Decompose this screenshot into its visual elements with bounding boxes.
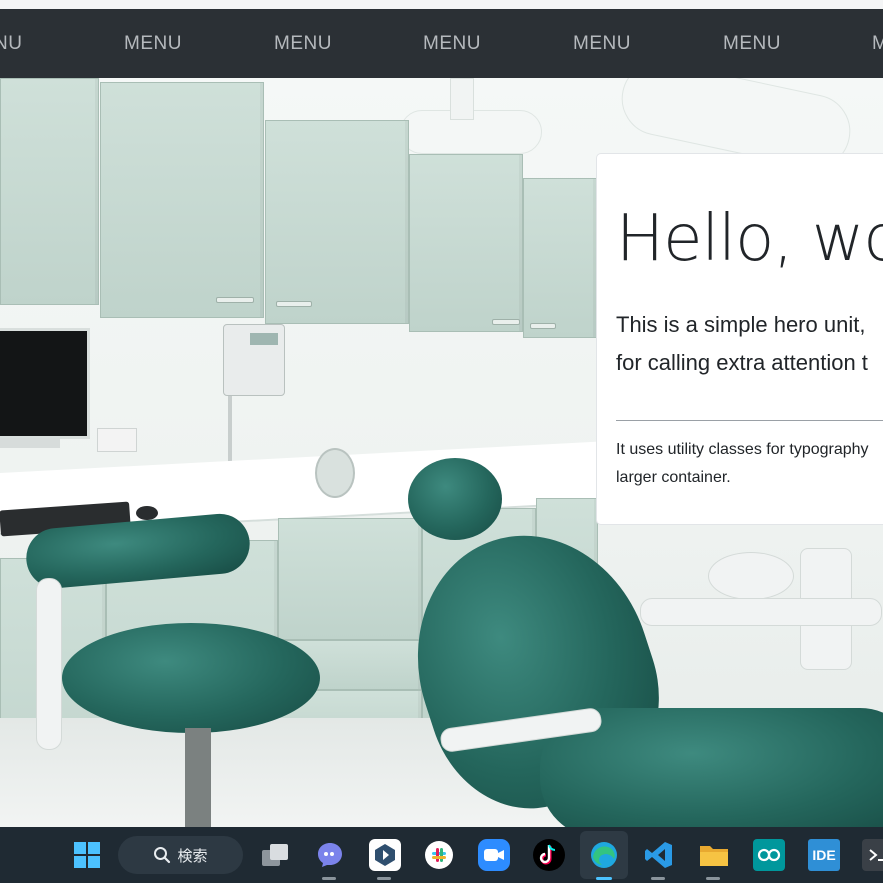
stool-post xyxy=(185,728,211,827)
teams-chat-icon[interactable] xyxy=(314,839,346,871)
upper-cabinet xyxy=(100,82,264,318)
running-indicator xyxy=(651,877,665,880)
nav-item-menu-2[interactable]: MENU xyxy=(274,9,332,78)
cabinet-handle xyxy=(216,297,254,303)
hero-divider xyxy=(616,420,883,421)
nav-item-menu-5[interactable]: MENU xyxy=(723,9,781,78)
file-explorer-icon[interactable] xyxy=(698,839,730,871)
chair-headrest xyxy=(408,458,502,540)
active-indicator xyxy=(596,877,612,880)
wall-phone xyxy=(223,324,285,396)
windows-start-icon[interactable] xyxy=(71,839,103,871)
mouse xyxy=(136,506,158,520)
running-indicator xyxy=(377,877,391,880)
hero-lead-line-1: This is a simple hero unit, xyxy=(616,312,866,337)
stool-arm xyxy=(36,578,62,750)
light-stem xyxy=(450,78,474,120)
hero-body-line-2: larger container. xyxy=(616,469,731,486)
upper-cabinet xyxy=(0,78,99,305)
terminal-icon[interactable] xyxy=(862,839,883,871)
taskbar-search-box[interactable]: 検索 xyxy=(118,836,243,874)
wall-outlet xyxy=(97,428,137,452)
instrument-arm xyxy=(640,598,882,626)
edge-icon[interactable] xyxy=(588,839,620,871)
monitor-stand xyxy=(0,438,60,448)
hand-mirror xyxy=(315,448,355,498)
nav-item-menu-partial-left[interactable]: NU xyxy=(0,9,22,78)
phone-cord xyxy=(228,396,232,466)
tiktok-icon[interactable] xyxy=(533,839,565,871)
running-indicator xyxy=(706,877,720,880)
upper-cabinet xyxy=(265,120,409,324)
stool-seat xyxy=(62,623,320,733)
hero-body-text: It uses utility classes for typography l… xyxy=(616,436,883,492)
search-icon xyxy=(154,847,171,864)
lower-drawer xyxy=(278,518,422,640)
nav-item-menu-1[interactable]: MENU xyxy=(124,9,182,78)
arduino-icon[interactable] xyxy=(753,839,785,871)
hero-body-line-1: It uses utility classes for typography xyxy=(616,441,869,458)
window-top-strip xyxy=(0,0,883,9)
task-view-icon[interactable] xyxy=(259,839,291,871)
hero-card: Hello, wo This is a simple hero unit, fo… xyxy=(596,153,883,525)
cabinet-handle xyxy=(530,323,556,329)
windows-taskbar: 検索 IDE xyxy=(0,827,883,883)
slack-icon[interactable] xyxy=(423,839,455,871)
app-launcher-icon[interactable] xyxy=(369,839,401,871)
upper-cabinet xyxy=(409,154,523,332)
zoom-icon[interactable] xyxy=(478,839,510,871)
search-label: 検索 xyxy=(177,847,208,865)
upper-cabinet xyxy=(523,178,597,338)
hero-title: Hello, wo xyxy=(616,202,883,276)
vscode-icon[interactable] xyxy=(643,839,675,871)
nav-item-menu-partial-right[interactable]: M xyxy=(872,9,883,78)
nav-item-menu-4[interactable]: MENU xyxy=(573,9,631,78)
running-indicator xyxy=(322,877,336,880)
nav-item-menu-3[interactable]: MENU xyxy=(423,9,481,78)
hero-lead-line-2: for calling extra attention t xyxy=(616,350,868,375)
computer-monitor xyxy=(0,328,90,439)
cabinet-handle xyxy=(276,301,312,307)
ide-icon[interactable]: IDE xyxy=(808,839,840,871)
hero-lead-text: This is a simple hero unit, for calling … xyxy=(616,306,883,382)
top-navbar: NU MENU MENU MENU MENU MENU M xyxy=(0,9,883,78)
spittoon-bowl xyxy=(708,552,794,600)
cabinet-handle xyxy=(492,319,520,325)
